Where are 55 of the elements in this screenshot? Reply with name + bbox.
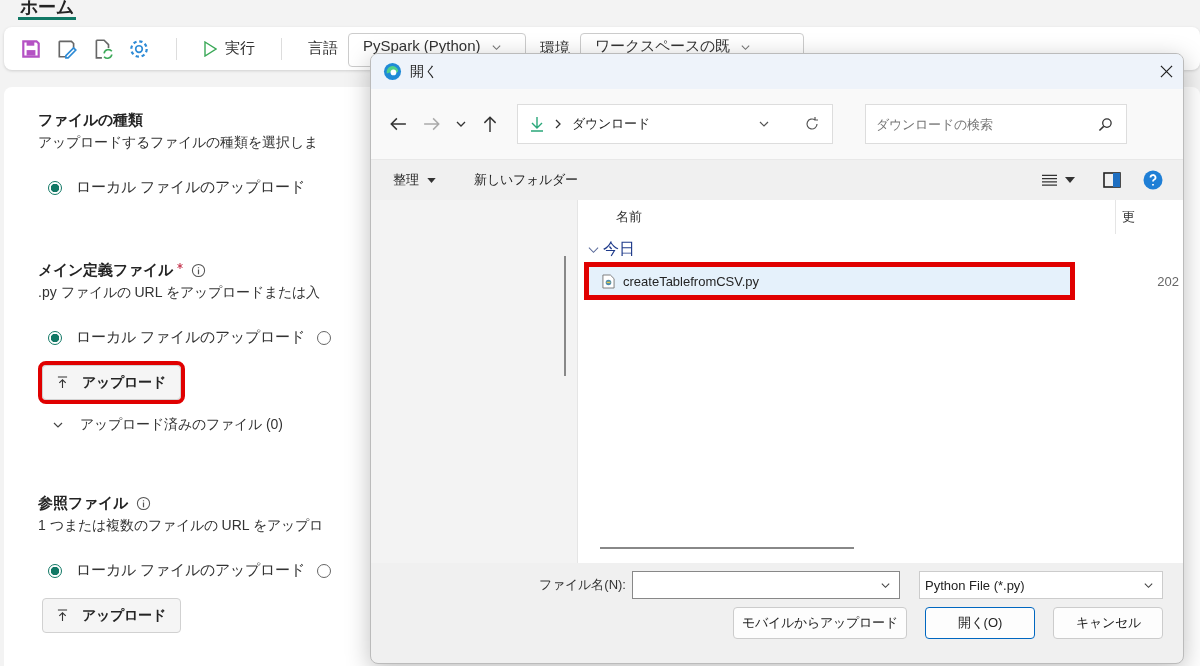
scrollbar-thumb[interactable] [600, 547, 854, 549]
radio-button[interactable] [317, 330, 332, 345]
address-bar[interactable]: ダウンロード [517, 104, 833, 144]
section-title: 参照ファイル [38, 493, 128, 513]
preview-pane-icon[interactable] [1103, 172, 1121, 188]
radio-label: ローカル ファイルのアップロード [76, 561, 306, 580]
caret-icon[interactable] [1065, 177, 1075, 183]
upload-button[interactable]: アップロード [42, 598, 181, 633]
radio-label: ローカル ファイルのアップロード [76, 178, 306, 197]
dialog-button[interactable]: モバイルからアップロード [733, 607, 907, 639]
radio-button[interactable] [48, 180, 62, 195]
settings-icon[interactable] [128, 37, 150, 60]
python-file-icon [602, 273, 615, 289]
file-date: 202 [1157, 273, 1179, 289]
section-description: .py ファイルの URL をアップロードまたは入 [38, 284, 321, 302]
section-description: アップロードするファイルの種類を選択しま [38, 134, 319, 152]
group-header[interactable]: 今日 [603, 238, 635, 260]
uploaded-files-toggle[interactable]: アップロード済みのファイル (0) [80, 416, 283, 434]
radio-label: ローカル ファイルのアップロード [76, 328, 306, 347]
edit-file-icon[interactable] [56, 37, 78, 60]
save-icon[interactable] [20, 37, 42, 60]
radio-button[interactable] [48, 563, 62, 578]
close-icon[interactable] [1160, 65, 1173, 78]
scrollbar-thumb[interactable] [564, 256, 566, 376]
file-name-label: ファイル名(N): [539, 576, 626, 594]
language-label: 言語 [308, 39, 338, 58]
dialog-button[interactable]: 開く(O) [925, 607, 1035, 639]
file-name: createTablefromCSV.py [623, 273, 760, 289]
column-header[interactable]: 更 [1116, 208, 1135, 226]
help-icon[interactable] [1143, 170, 1163, 190]
caret-icon [427, 177, 436, 183]
command-button[interactable]: 新しいフォルダー [466, 167, 586, 193]
required-icon [177, 263, 183, 269]
section-title: ファイルの種類 [38, 110, 143, 130]
home-tab[interactable]: ホーム [18, 0, 76, 20]
command-button[interactable]: 整理 [385, 167, 444, 193]
section-description: 1 つまたは複数のファイルの URL をアップロ [38, 517, 324, 535]
upload-icon [57, 609, 68, 622]
play-icon [203, 40, 217, 57]
info-icon[interactable] [136, 495, 151, 511]
file-type-dropdown[interactable]: Python File (*.py) [919, 571, 1163, 599]
radio-button[interactable] [48, 330, 62, 345]
up-arrow-icon[interactable] [481, 115, 499, 133]
dialog-button[interactable]: キャンセル [1053, 607, 1163, 639]
browser-logo-icon [383, 62, 402, 81]
radio-button[interactable] [317, 563, 332, 578]
info-icon[interactable] [191, 262, 206, 278]
search-field[interactable]: ダウンロードの検索 [865, 104, 1127, 144]
upload-icon [57, 376, 68, 389]
file-name-field[interactable] [632, 571, 900, 599]
column-header[interactable]: 名前 [578, 200, 1116, 234]
view-menu-icon[interactable] [1042, 174, 1057, 186]
back-arrow-icon[interactable] [389, 115, 407, 133]
run-button[interactable]: 実行 [203, 39, 255, 58]
section-title: メイン定義ファイル [38, 260, 173, 280]
